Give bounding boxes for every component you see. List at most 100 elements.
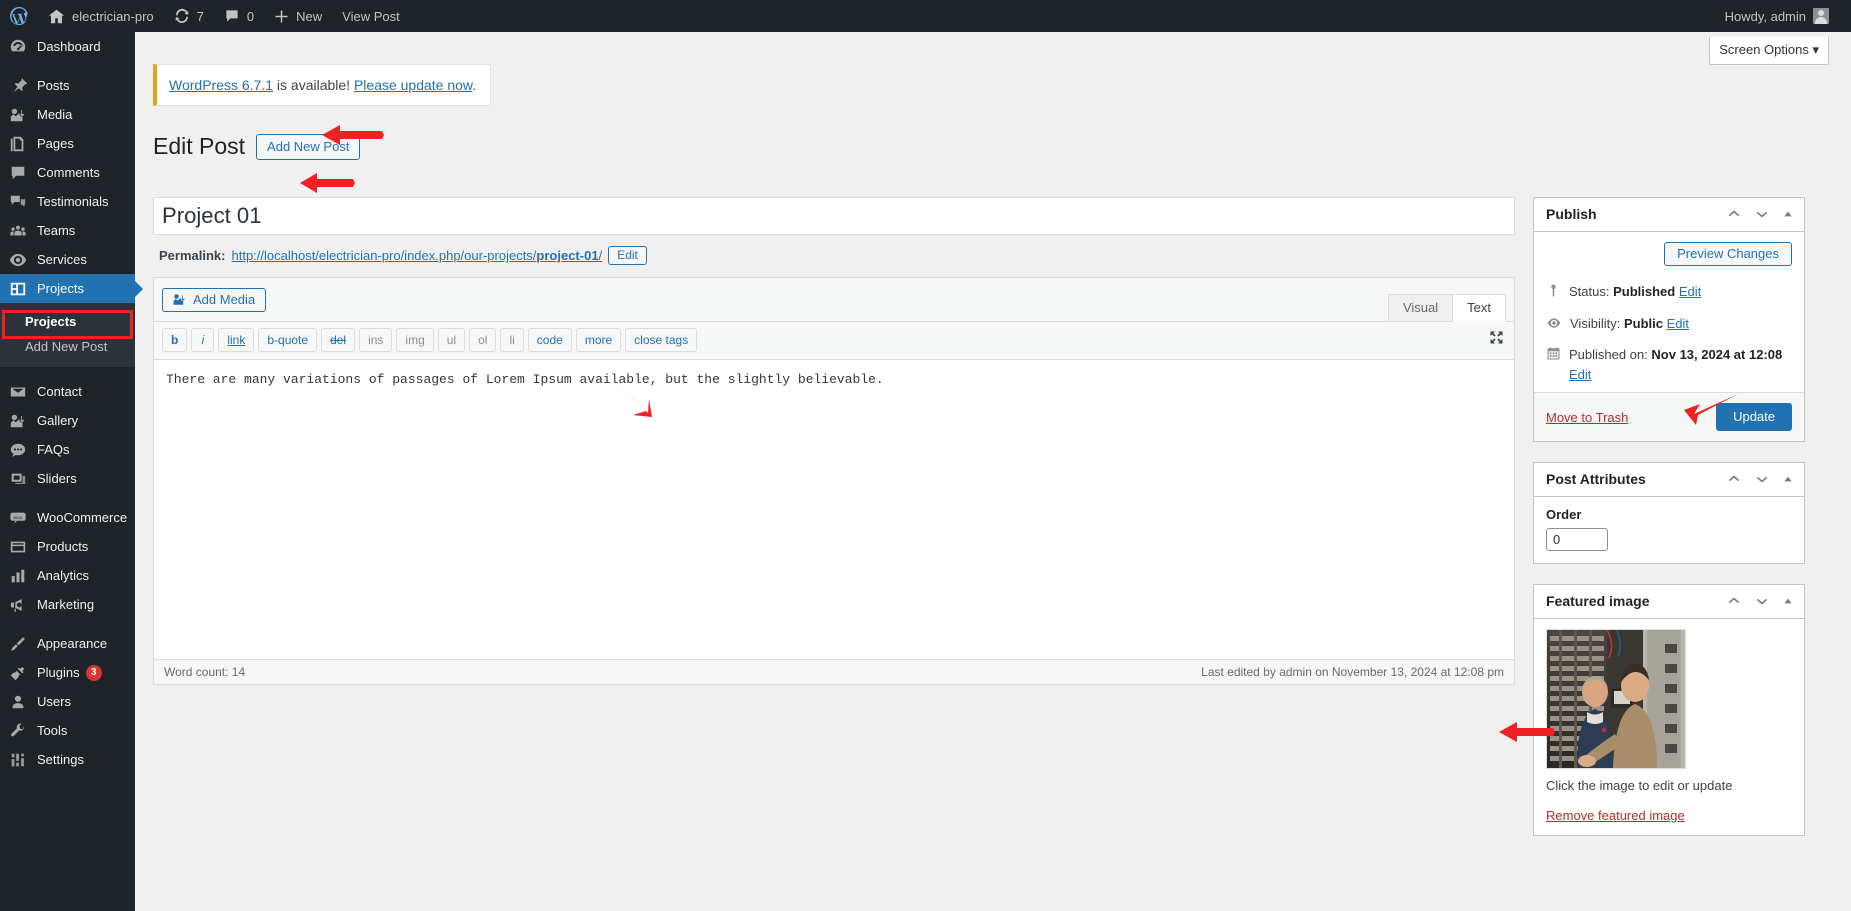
sidebar-item-posts[interactable]: Posts [0,71,135,100]
editor-tab-visual[interactable]: Visual [1387,294,1454,322]
fullscreen-icon[interactable] [1489,330,1504,345]
sidebar-item-plugins[interactable]: Plugins 3 [0,658,135,687]
sidebar-item-settings[interactable]: Settings [0,745,135,774]
add-media-button[interactable]: Add Media [162,288,267,312]
quicktag-ins[interactable]: ins [359,328,393,352]
wordpress-logo-button[interactable] [0,0,38,32]
post-title-input[interactable] [153,197,1515,235]
permalink-link[interactable]: http://localhost/electrician-pro/index.p… [231,248,602,263]
move-up-icon[interactable] [1726,593,1742,609]
move-up-icon[interactable] [1726,206,1742,222]
faqs-icon [8,441,28,459]
sidebar-item-users[interactable]: Users [0,687,135,716]
screen-options-toggle[interactable]: Screen Options ▾ [1709,37,1829,65]
sidebar-item-marketing[interactable]: Marketing [0,590,135,619]
editor-tab-text[interactable]: Text [1452,294,1506,322]
editor-media-toolbar: Add Media Visual Text [154,278,1514,322]
sidebar-item-media[interactable]: Media [0,100,135,129]
post-published-text: Published on: Nov 13, 2024 at 12:08 Edit [1569,345,1792,384]
preview-changes-button[interactable]: Preview Changes [1664,242,1792,266]
sidebar-item-label: Tools [37,723,68,738]
sidebar-item-products[interactable]: Products [0,532,135,561]
featured-image-thumbnail[interactable] [1546,629,1686,769]
move-up-icon[interactable] [1726,471,1742,487]
move-to-trash-link[interactable]: Move to Trash [1546,410,1628,425]
sidebar-item-projects[interactable]: Projects [0,274,143,303]
quicktag-img[interactable]: img [396,328,434,352]
add-new-post-button[interactable]: Add New Post [256,133,361,160]
publish-minor-actions: Preview Changes Status: Published Edit V… [1534,232,1804,392]
move-down-icon[interactable] [1754,593,1770,609]
sidebar-item-teams[interactable]: Teams [0,216,135,245]
move-down-icon[interactable] [1754,206,1770,222]
sliders-icon [8,470,28,488]
update-notice-text: is available! [273,77,354,93]
wordpress-version-link[interactable]: WordPress 6.7.1 [169,77,273,93]
sidebar-item-faqs[interactable]: FAQs [0,435,135,464]
quicktag-li[interactable]: li [500,328,524,352]
sidebar-item-testimonials[interactable]: Testimonials [0,187,135,216]
sidebar-item-appearance[interactable]: Appearance [0,629,135,658]
settings-icon [8,751,28,769]
edit-visibility-link[interactable]: Edit [1667,316,1689,331]
sidebar-item-woocommerce[interactable]: woo WooCommerce [0,503,135,532]
sidebar-item-label: Comments [37,165,100,180]
pin-icon [8,77,28,95]
quicktag-more[interactable]: more [575,328,622,352]
updates-button[interactable]: 7 [164,0,214,32]
update-button[interactable]: Update [1716,403,1792,431]
quicktag-code[interactable]: code [527,328,572,352]
quicktag-link[interactable]: link [218,328,255,352]
order-input[interactable] [1546,528,1608,551]
sidebar-item-services[interactable]: Services [0,245,135,274]
attributes-handle-actions [1726,471,1794,487]
submenu-item-projects[interactable]: Projects [0,309,135,334]
update-now-link[interactable]: Please update now [354,77,472,93]
howdy-label: Howdy, admin [1724,8,1806,24]
status-label: Status: [1569,284,1610,299]
contact-icon [8,383,28,401]
edit-published-link[interactable]: Edit [1569,367,1591,382]
media-icon [8,106,28,124]
quicktag-del[interactable]: del [321,328,356,352]
post-content-textarea[interactable] [154,360,1514,656]
sidebar-item-gallery[interactable]: Gallery [0,406,135,435]
quicktag-b-quote[interactable]: b-quote [258,328,318,352]
sidebar-item-contact[interactable]: Contact [0,377,135,406]
site-name-button[interactable]: electrician-pro [38,0,164,32]
new-content-button[interactable]: New [264,0,332,32]
toggle-panel-icon[interactable] [1782,595,1794,607]
view-post-button[interactable]: View Post [332,0,410,32]
menu-separator [0,61,135,71]
quicktag-ul[interactable]: ul [437,328,466,352]
publish-metabox-title: Publish [1546,206,1597,222]
comments-button[interactable]: 0 [214,0,264,32]
quicktag-ol[interactable]: ol [469,328,497,352]
edit-permalink-button[interactable]: Edit [608,246,647,265]
account-menu[interactable]: Howdy, admin [1715,0,1839,32]
sidebar-item-comments[interactable]: Comments [0,158,135,187]
quicktag-i[interactable]: i [191,328,215,352]
sidebar-item-label: Media [37,107,73,122]
toggle-panel-icon[interactable] [1782,473,1794,485]
sidebar-item-tools[interactable]: Tools [0,716,135,745]
quicktag-close-tags[interactable]: close tags [625,328,698,352]
quicktag-b[interactable]: b [162,328,188,352]
edit-status-link[interactable]: Edit [1679,284,1701,299]
remove-featured-image-link[interactable]: Remove featured image [1546,808,1685,823]
toggle-panel-icon[interactable] [1782,208,1794,220]
move-down-icon[interactable] [1754,471,1770,487]
tools-icon [8,722,28,740]
updates-count: 7 [196,8,204,24]
testimonials-icon [8,193,28,211]
sidebar-item-dashboard[interactable]: Dashboard [0,32,135,61]
sidebar-item-analytics[interactable]: Analytics [0,561,135,590]
sidebar-item-pages[interactable]: Pages [0,129,135,158]
sidebar-item-label: FAQs [37,442,70,457]
submenu-item-add-new-post[interactable]: Add New Post [0,334,135,359]
plus-icon [274,9,289,24]
publish-major-actions: Move to Trash Update [1534,392,1804,441]
updates-icon [174,8,190,24]
quicktags-list: b i link b-quote del ins img ul ol li code more clos… [162,328,698,352]
sidebar-item-sliders[interactable]: Sliders [0,464,135,493]
